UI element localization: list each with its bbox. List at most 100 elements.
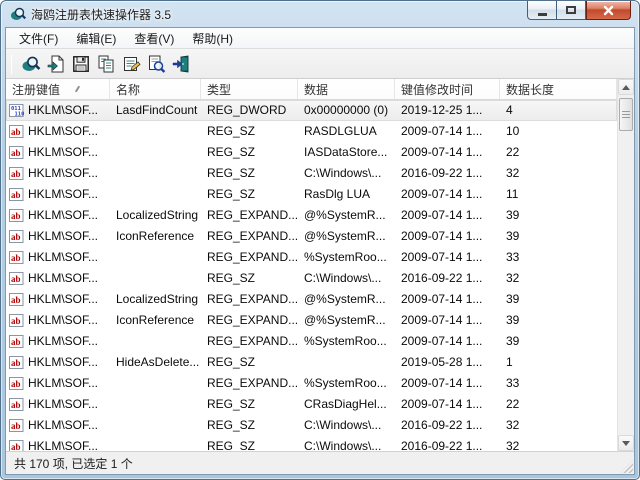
cell-key: abHKLM\SOF... <box>6 226 110 247</box>
maximize-button[interactable] <box>556 1 586 20</box>
cell-data: 0x00000000 (0) <box>298 100 395 121</box>
search-registry-button[interactable] <box>18 51 43 76</box>
menu-file[interactable]: 文件(F) <box>10 28 67 49</box>
cell-key: abHKLM\SOF... <box>6 436 110 451</box>
cell-name: LocalizedString <box>110 289 201 310</box>
column-header-type[interactable]: 类型 <box>201 79 298 99</box>
table-row[interactable]: abHKLM\SOF...IconReferenceREG_EXPAND...@… <box>6 310 617 331</box>
app-icon <box>10 6 26 22</box>
title-bar[interactable]: 海鸥注册表快速操作器 3.5 <box>1 1 639 27</box>
cell-key: abHKLM\SOF... <box>6 142 110 163</box>
table-row[interactable]: abHKLM\SOF...REG_SZC:\Windows\...2016-09… <box>6 163 617 184</box>
import-button[interactable] <box>43 51 68 76</box>
cell-data: %SystemRoo... <box>298 373 395 394</box>
table-row[interactable]: abHKLM\SOF...REG_EXPAND...%SystemRoo...2… <box>6 247 617 268</box>
cell-name <box>110 373 201 394</box>
minimize-button[interactable] <box>527 1 556 20</box>
exit-button[interactable] <box>168 51 193 76</box>
cell-key: abHKLM\SOF... <box>6 373 110 394</box>
column-header-modified-time[interactable]: 键值修改时间 <box>395 79 500 99</box>
copy-icon <box>96 54 116 74</box>
column-header-data[interactable]: 数据 <box>298 79 395 99</box>
column-header-data-label: 数据 <box>304 81 328 98</box>
vertical-scrollbar[interactable] <box>617 79 634 451</box>
maximize-icon <box>566 6 576 14</box>
cell-key-text: HKLM\SOF... <box>28 247 98 268</box>
svg-text:ab: ab <box>11 274 21 284</box>
table-row[interactable]: 011110HKLM\SOF...LasdFindCountREG_DWORD0… <box>6 100 617 121</box>
table-row[interactable]: abHKLM\SOF...REG_SZCRasDiagHel...2009-07… <box>6 394 617 415</box>
string-value-icon: ab <box>9 209 25 223</box>
table-row[interactable]: abHKLM\SOF...REG_SZIASDataStore...2009-0… <box>6 142 617 163</box>
scroll-up-button[interactable] <box>618 79 634 95</box>
svg-text:ab: ab <box>11 253 21 263</box>
table-row[interactable]: abHKLM\SOF...REG_EXPAND...%SystemRoo...2… <box>6 373 617 394</box>
svg-text:ab: ab <box>11 400 21 410</box>
cell-modified-time: 2009-07-14 1... <box>395 247 500 268</box>
column-header-name[interactable]: 名称 <box>110 79 201 99</box>
window-title: 海鸥注册表快速操作器 3.5 <box>31 6 171 23</box>
menu-view[interactable]: 查看(V) <box>125 28 183 49</box>
string-value-icon: ab <box>9 398 25 412</box>
resize-grip-icon[interactable] <box>620 460 633 473</box>
table-row[interactable]: abHKLM\SOF...REG_SZC:\Windows\...2016-09… <box>6 268 617 289</box>
cell-name: IconReference <box>110 226 201 247</box>
column-header-modified-time-label: 键值修改时间 <box>401 81 473 98</box>
cell-data: C:\Windows\... <box>298 436 395 451</box>
cell-data-length: 11 <box>500 184 617 205</box>
cell-name <box>110 394 201 415</box>
svg-text:ab: ab <box>11 190 21 200</box>
menu-edit[interactable]: 编辑(E) <box>67 28 125 49</box>
cell-key: abHKLM\SOF... <box>6 184 110 205</box>
menu-help[interactable]: 帮助(H) <box>183 28 242 49</box>
cell-modified-time: 2009-07-14 1... <box>395 310 500 331</box>
column-header-key[interactable]: 注册键值 <box>6 79 110 99</box>
scroll-down-button[interactable] <box>618 435 634 451</box>
column-header-data-length[interactable]: 数据长度 <box>500 79 617 99</box>
exit-icon <box>171 54 191 74</box>
properties-button[interactable] <box>118 51 143 76</box>
column-header-name-label: 名称 <box>116 81 140 98</box>
column-header-data-length-label: 数据长度 <box>506 81 554 98</box>
scrollbar-thumb[interactable] <box>619 98 633 131</box>
cell-data: RASDLGLUA <box>298 121 395 142</box>
cell-key-text: HKLM\SOF... <box>28 394 98 415</box>
import-icon <box>46 54 66 74</box>
cell-key: abHKLM\SOF... <box>6 352 110 373</box>
close-button[interactable] <box>586 1 631 20</box>
table-row[interactable]: abHKLM\SOF...REG_SZRASDLGLUA2009-07-14 1… <box>6 121 617 142</box>
table-row[interactable]: abHKLM\SOF...REG_EXPAND...%SystemRoo...2… <box>6 331 617 352</box>
cell-data-length: 32 <box>500 268 617 289</box>
table-row[interactable]: abHKLM\SOF...LocalizedStringREG_EXPAND..… <box>6 289 617 310</box>
table-row[interactable]: abHKLM\SOF...LocalizedStringREG_EXPAND..… <box>6 205 617 226</box>
save-button[interactable] <box>68 51 93 76</box>
cell-type: REG_EXPAND... <box>201 205 298 226</box>
copy-button[interactable] <box>93 51 118 76</box>
svg-text:ab: ab <box>11 379 21 389</box>
table-row[interactable]: abHKLM\SOF...REG_SZC:\Windows\...2016-09… <box>6 415 617 436</box>
cell-name <box>110 415 201 436</box>
cell-data <box>298 352 395 373</box>
find-button[interactable] <box>143 51 168 76</box>
cell-data: CRasDiagHel... <box>298 394 395 415</box>
cell-key-text: HKLM\SOF... <box>28 352 98 373</box>
cell-name <box>110 436 201 451</box>
status-bar: 共 170 项, 已选定 1 个 <box>6 451 634 474</box>
table-row[interactable]: abHKLM\SOF...IconReferenceREG_EXPAND...@… <box>6 226 617 247</box>
find-icon <box>146 54 166 74</box>
cell-key-text: HKLM\SOF... <box>28 163 98 184</box>
cell-data-length: 1 <box>500 352 617 373</box>
cell-modified-time: 2009-07-14 1... <box>395 394 500 415</box>
string-value-icon: ab <box>9 335 25 349</box>
table-row[interactable]: abHKLM\SOF...REG_SZC:\Windows\...2016-09… <box>6 436 617 451</box>
cell-key-text: HKLM\SOF... <box>28 100 98 121</box>
table-row[interactable]: abHKLM\SOF...REG_SZRasDlg LUA2009-07-14 … <box>6 184 617 205</box>
cell-type: REG_SZ <box>201 436 298 451</box>
cell-data-length: 33 <box>500 373 617 394</box>
table-row[interactable]: abHKLM\SOF...HideAsDelete...REG_SZ2019-0… <box>6 352 617 373</box>
svg-text:ab: ab <box>11 148 21 158</box>
svg-text:ab: ab <box>11 337 21 347</box>
cell-data: C:\Windows\... <box>298 163 395 184</box>
search-registry-icon <box>21 54 41 74</box>
string-value-icon: ab <box>9 251 25 265</box>
